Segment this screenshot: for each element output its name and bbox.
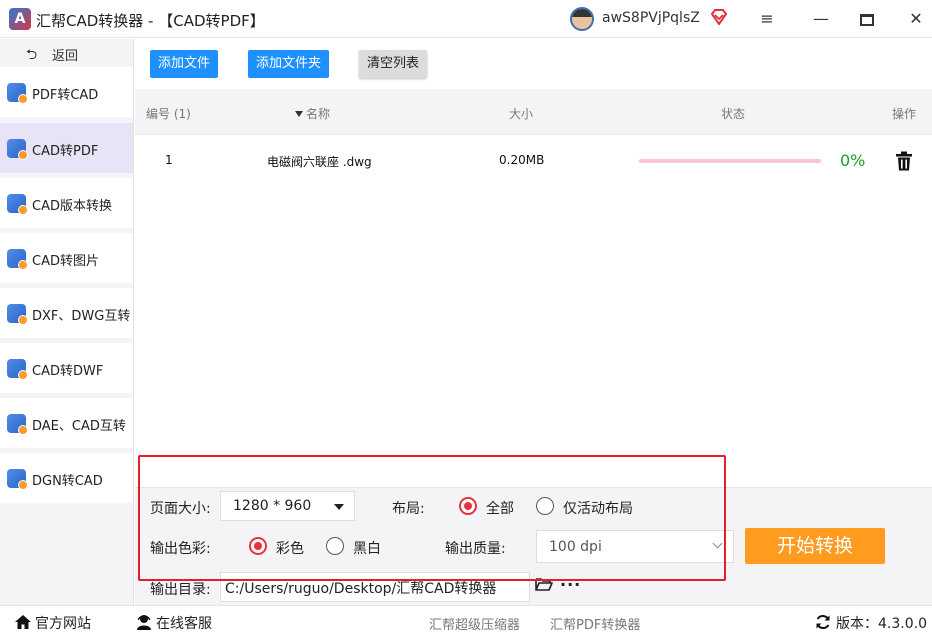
more-options-icon[interactable]: ··· [560, 575, 581, 594]
color-radio-color[interactable] [249, 537, 267, 555]
maximize-button[interactable] [854, 6, 880, 32]
row-progress-percent: 0% [840, 151, 866, 170]
row-progress-bar [639, 159, 821, 163]
column-header-name-label: 名称 [306, 107, 331, 121]
sort-down-icon [295, 111, 303, 117]
sidebar-item-pdf-to-cad[interactable]: PDF转CAD [0, 67, 133, 117]
cad-version-icon [7, 194, 28, 215]
user-avatar[interactable] [570, 7, 594, 31]
dae-cad-icon [7, 414, 28, 435]
sidebar-item-cad-to-image[interactable]: CAD转图片 [0, 233, 133, 283]
version-label: 版本：4.3.0.0 [836, 616, 927, 632]
row-file-size: 0.20MB [499, 153, 545, 167]
sidebar-item-label: CAD版本转换 [32, 199, 112, 214]
column-header-index[interactable]: 编号 (1) [146, 105, 191, 122]
sidebar-item-label: DAE、CAD互转 [32, 419, 126, 434]
color-option-color-label: 彩色 [276, 541, 304, 557]
color-option-bw-label: 黑白 [353, 541, 381, 557]
username-label[interactable]: awS8PVjPqlsZ [602, 10, 700, 26]
chevron-down-icon [712, 538, 723, 549]
online-support-link[interactable]: 在线客服 [135, 613, 212, 633]
sidebar: ⮌ 返回 PDF转CAD CAD转PDF CAD版本转换 CAD转图片 DXF、… [0, 39, 134, 605]
row-index: 1 [165, 153, 173, 167]
menu-button[interactable]: ≡ [754, 6, 780, 32]
column-header-size[interactable]: 大小 [509, 105, 533, 122]
maximize-icon [860, 13, 874, 26]
output-dir-label: 输出目录: [150, 582, 211, 598]
vip-diamond-icon[interactable] [710, 9, 728, 25]
window-title: 汇帮CAD转换器 - 【CAD转PDF】 [36, 12, 265, 30]
back-arrow-icon: ⮌ [26, 47, 38, 63]
sidebar-item-label: CAD转图片 [32, 254, 99, 269]
close-button[interactable]: ✕ [903, 6, 929, 32]
page-size-select[interactable]: 1280 * 960 [220, 491, 355, 521]
sidebar-item-cad-to-dwf[interactable]: CAD转DWF [0, 343, 133, 393]
support-agent-icon [137, 615, 151, 630]
file-table-header: 编号 (1) 名称 大小 状态 操作 [135, 89, 932, 135]
back-label: 返回 [52, 49, 79, 64]
add-file-button[interactable]: 添加文件 [150, 50, 218, 78]
title-bar: A 汇帮CAD转换器 - 【CAD转PDF】 awS8PVjPqlsZ ≡ — … [0, 0, 932, 38]
sidebar-item-cad-version[interactable]: CAD版本转换 [0, 178, 133, 228]
layout-label: 布局: [392, 501, 425, 517]
cad-to-pdf-icon [7, 139, 28, 160]
home-icon [15, 615, 31, 629]
refresh-update-icon[interactable] [815, 614, 831, 630]
trash-icon[interactable] [895, 151, 913, 171]
sidebar-item-label: DXF、DWG互转 [32, 309, 131, 324]
sidebar-item-dgn-to-cad[interactable]: DGN转CAD [0, 453, 133, 503]
layout-radio-active[interactable] [536, 497, 554, 515]
sidebar-item-cad-to-pdf[interactable]: CAD转PDF [0, 123, 133, 173]
layout-option-all-label: 全部 [486, 501, 514, 517]
pdf-to-cad-icon [7, 83, 28, 104]
compressor-link[interactable]: 汇帮超级压缩器 [429, 614, 520, 633]
page-size-label: 页面大小: [150, 501, 211, 517]
sidebar-item-dae-cad[interactable]: DAE、CAD互转 [0, 398, 133, 448]
start-convert-button[interactable]: 开始转换 [745, 528, 885, 564]
dxf-dwg-icon [7, 304, 28, 325]
folder-open-icon[interactable] [535, 577, 553, 591]
column-header-name[interactable]: 名称 [295, 105, 330, 122]
official-website-link[interactable]: 官方网站 [14, 613, 91, 633]
footer: 官方网站 在线客服 汇帮超级压缩器 汇帮PDF转换器 版本：4.3.0.0 [0, 605, 932, 635]
dgn-to-cad-icon [7, 469, 28, 490]
sidebar-item-label: DGN转CAD [32, 474, 103, 489]
pdf-converter-link[interactable]: 汇帮PDF转换器 [550, 614, 640, 633]
layout-option-active-label: 仅活动布局 [563, 501, 633, 517]
output-quality-value: 100 dpi [549, 539, 602, 555]
table-row[interactable]: 1 电磁阀六联座 .dwg 0.20MB 0% [135, 136, 932, 186]
output-dir-input[interactable]: C:/Users/ruguo/Desktop/汇帮CAD转换器 [220, 572, 530, 602]
sidebar-item-label: CAD转DWF [32, 364, 104, 379]
back-button[interactable]: ⮌ 返回 [0, 39, 133, 67]
sidebar-item-dxf-dwg[interactable]: DXF、DWG互转 [0, 288, 133, 338]
online-support-label: 在线客服 [156, 616, 212, 632]
app-logo-icon: A [9, 8, 31, 30]
output-color-label: 输出色彩: [150, 541, 211, 557]
cad-to-image-icon [7, 249, 28, 270]
page-size-value: 1280 * 960 [233, 498, 312, 514]
layout-radio-all[interactable] [459, 497, 477, 515]
row-file-name: 电磁阀六联座 .dwg [267, 155, 372, 169]
color-radio-bw[interactable] [326, 537, 344, 555]
minimize-button[interactable]: — [808, 6, 834, 32]
sidebar-item-label: CAD转PDF [32, 144, 99, 159]
cad-to-dwf-icon [7, 359, 28, 380]
column-header-status: 状态 [721, 107, 746, 121]
clear-list-button[interactable]: 清空列表 [359, 50, 427, 78]
sidebar-item-label: PDF转CAD [32, 88, 99, 103]
output-quality-select[interactable]: 100 dpi [536, 530, 734, 563]
official-website-label: 官方网站 [35, 616, 91, 632]
output-quality-label: 输出质量: [445, 541, 506, 557]
caret-down-icon [334, 504, 344, 510]
add-folder-button[interactable]: 添加文件夹 [248, 50, 329, 78]
column-header-action: 操作 [892, 107, 917, 121]
